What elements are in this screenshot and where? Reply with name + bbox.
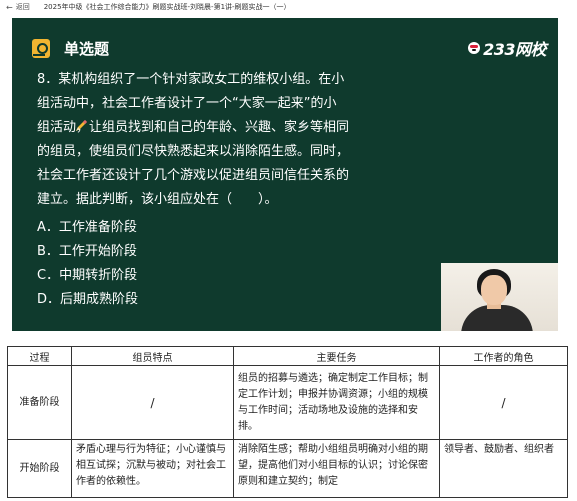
tasks-text: 消除陌生感；帮助小组组员明确对小组的期望，提高他们对小组目标的认识；讨论保密原则… [238,444,428,487]
option-a[interactable]: A．工作准备阶段 [37,216,138,240]
options-list: A．工作准备阶段 B．工作开始阶段 C．中期转折阶段 D．后期成熟阶段 [37,216,138,312]
top-bar: ← 返回 2025年中级《社会工作综合能力》刷题实战班-刘晓晨-第1讲-刷题实战… [0,0,577,14]
header-member-traits: 组员特点 [71,346,234,366]
question-type-label: 单选题 [64,40,110,58]
members-text: 矛盾心理与行为特征；小心谨慎与相互试探；沉默与被动；对社会工作者的依赖性。 [76,444,226,487]
tasks-cell: 消除陌生感；帮助小组组员明确对小组的期望，提高他们对小组目标的认识；讨论保密原则… [233,439,440,498]
option-b[interactable]: B．工作开始阶段 [37,240,138,264]
option-d[interactable]: D．后期成熟阶段 [37,288,138,312]
table-header-row: 过程 组员特点 主要任务 工作者的角色 [7,346,568,366]
back-arrow-icon: ← [6,2,13,12]
question-line: 建立。据此判断，该小组应处在（ ）。 [37,192,278,207]
back-button[interactable]: ← 返回 [0,2,30,12]
header-process: 过程 [7,346,72,366]
question-line: 8．某机构组织了一个针对家政女工的维权小组。在小 [37,72,345,87]
members-cell: / [71,365,234,440]
question-text: 8．某机构组织了一个针对家政女工的维权小组。在小 组活动中，社会工作者设计了一个… [37,68,367,212]
instructor-face [481,275,507,305]
role-text: 领导者、鼓励者、组织者 [444,444,554,455]
members-cell: 矛盾心理与行为特征；小心谨慎与相互试探；沉默与被动；对社会工作者的依赖性。 [71,439,234,498]
brand-mascot-icon [468,42,481,54]
question-line: 的组员，使组员们尽快熟悉起来以消除陌生感。同时， [37,144,350,159]
page-title: 2025年中级《社会工作综合能力》刷题实战班-刘晓晨-第1讲-刷题实战一（一） [43,3,291,11]
lesson-video-player[interactable]: 单选题 233网校 8．某机构组织了一个针对家政女工的维权小组。在小 组活动中，… [12,18,558,331]
tasks-text: 组员的招募与遴选；确定制定工作目标；制定工作计划；申报并协调资源；小组的规模与工… [238,372,428,432]
table-row: 准备阶段 / 组员的招募与遴选；确定制定工作目标；制定工作计划；申报并协调资源；… [7,365,568,440]
pencil-cursor-icon [76,119,88,131]
back-label: 返回 [15,3,30,11]
stages-table: 过程 组员特点 主要任务 工作者的角色 准备阶段 / 组员的招募与遴选；确定制定… [7,346,568,498]
tasks-cell: 组员的招募与遴选；确定制定工作目标；制定工作计划；申报并协调资源；小组的规模与工… [233,365,440,440]
role-cell: 领导者、鼓励者、组织者 [439,439,568,498]
table-row: 开始阶段 矛盾心理与行为特征；小心谨慎与相互试探；沉默与被动；对社会工作者的依赖… [7,439,568,498]
brand-name: 233网校 [483,40,546,59]
question-line: 社会工作者还设计了几个游戏以促进组员间信任关系的 [37,168,350,183]
brand-logo: 233网校 [468,36,546,60]
header-worker-role: 工作者的角色 [439,346,568,366]
header-main-tasks: 主要任务 [233,346,440,366]
question-type-header: 单选题 [32,38,109,59]
question-line: 组活动中，社会工作者设计了一个“大家一起来”的小 [37,96,337,111]
role-cell: / [439,365,568,440]
option-c[interactable]: C．中期转折阶段 [37,264,138,288]
question-type-icon [32,39,50,58]
stage-cell: 开始阶段 [7,439,72,498]
stage-cell: 准备阶段 [7,365,72,440]
instructor-webcam [441,263,558,331]
